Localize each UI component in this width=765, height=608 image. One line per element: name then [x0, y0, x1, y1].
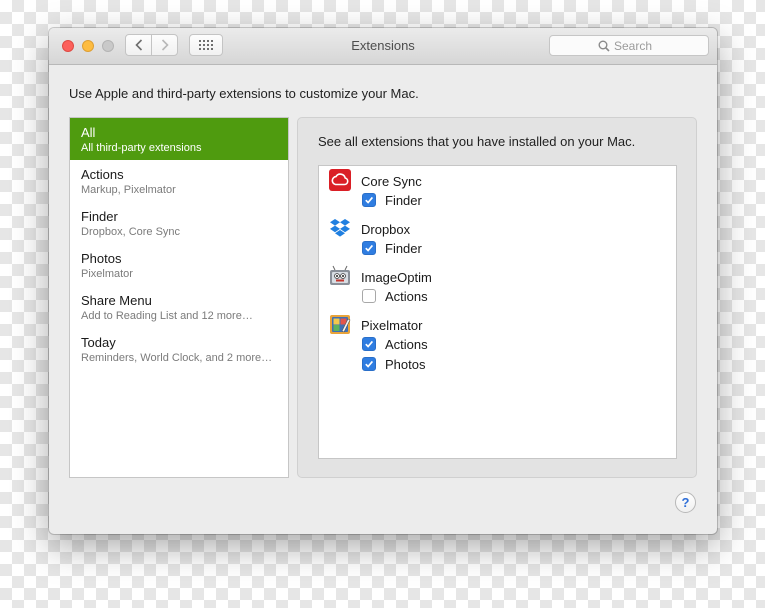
- finder-checkbox[interactable]: [362, 241, 376, 255]
- sidebar-item-title: Photos: [81, 251, 122, 266]
- sidebar-item-subtitle: Dropbox, Core Sync: [81, 226, 181, 238]
- finder-checkbox[interactable]: [362, 193, 376, 207]
- extension-header: Pixelmator: [319, 310, 674, 334]
- extension-header: Dropbox: [319, 214, 674, 238]
- extension-option: Actions: [319, 334, 674, 354]
- intro-text: Use Apple and third-party extensions to …: [69, 86, 419, 101]
- sidebar-item-title: Finder: [81, 209, 118, 224]
- sidebar-item-subtitle: Markup, Pixelmator: [81, 184, 176, 196]
- extension-name: Pixelmator: [361, 318, 423, 333]
- help-button[interactable]: ?: [675, 492, 696, 513]
- checkmark-icon: [365, 244, 374, 252]
- sidebar-item-photos[interactable]: Photos Pixelmator: [70, 244, 288, 286]
- extension-option: Finder: [319, 238, 674, 258]
- extension-imageoptim: ImageOptim Actions: [319, 262, 674, 306]
- option-label: Photos: [385, 357, 426, 372]
- dropbox-icon: [330, 219, 350, 237]
- extension-option: Photos: [319, 354, 674, 374]
- extension-dropbox: Dropbox Finder: [319, 214, 674, 258]
- sidebar-item-subtitle: Reminders, World Clock, and 2 more…: [81, 352, 273, 364]
- sidebar-item-today[interactable]: Today Reminders, World Clock, and 2 more…: [70, 328, 288, 370]
- pixelmator-icon: [330, 315, 351, 334]
- sidebar-item-title: Share Menu: [81, 293, 152, 308]
- photos-checkbox[interactable]: [362, 357, 376, 371]
- checkmark-icon: [365, 196, 374, 204]
- actions-checkbox[interactable]: [362, 289, 376, 303]
- search-field[interactable]: [549, 35, 709, 56]
- sidebar-item-subtitle: All third-party extensions: [81, 142, 202, 154]
- title-bar: Extensions: [49, 28, 717, 65]
- search-input[interactable]: [614, 38, 660, 53]
- option-label: Finder: [385, 193, 422, 208]
- sidebar-item-subtitle: Add to Reading List and 12 more…: [81, 310, 253, 322]
- extension-option: Finder: [319, 190, 674, 210]
- extension-header: Core Sync: [319, 166, 674, 191]
- checkmark-icon: [365, 340, 374, 348]
- extensions-detail-panel: See all extensions that you have install…: [297, 117, 697, 478]
- sidebar-item-title: All: [81, 125, 96, 140]
- extension-name: Dropbox: [361, 222, 411, 237]
- extensions-window: Extensions Use Apple and third-party ext…: [49, 28, 717, 534]
- option-label: Finder: [385, 241, 422, 256]
- sidebar-item-actions[interactable]: Actions Markup, Pixelmator: [70, 160, 288, 202]
- search-icon: [598, 40, 610, 52]
- extension-name: Core Sync: [361, 174, 422, 189]
- sidebar-item-subtitle: Pixelmator: [81, 268, 133, 280]
- sidebar-item-share-menu[interactable]: Share Menu Add to Reading List and 12 mo…: [70, 286, 288, 328]
- sidebar-item-finder[interactable]: Finder Dropbox, Core Sync: [70, 202, 288, 244]
- extension-name: ImageOptim: [361, 270, 432, 285]
- option-label: Actions: [385, 337, 428, 352]
- extension-header: ImageOptim: [319, 262, 674, 286]
- extension-pixelmator: Pixelmator Actions Photos: [319, 310, 674, 374]
- extension-categories-list: All All third-party extensions Actions M…: [69, 117, 289, 478]
- extension-core-sync: Core Sync Finder: [319, 166, 674, 210]
- sidebar-item-title: Today: [81, 335, 116, 350]
- option-label: Actions: [385, 289, 428, 304]
- sidebar-item-all[interactable]: All All third-party extensions: [70, 118, 288, 160]
- extension-option: Actions: [319, 286, 674, 306]
- adobe-creative-cloud-icon: [329, 169, 351, 191]
- actions-checkbox[interactable]: [362, 337, 376, 351]
- checkmark-icon: [365, 360, 374, 368]
- extensions-list: Core Sync Finder Dropbox Finder ImageOpt…: [318, 165, 677, 459]
- sidebar-item-title: Actions: [81, 167, 124, 182]
- imageoptim-icon: [330, 265, 350, 285]
- panel-description: See all extensions that you have install…: [318, 134, 636, 149]
